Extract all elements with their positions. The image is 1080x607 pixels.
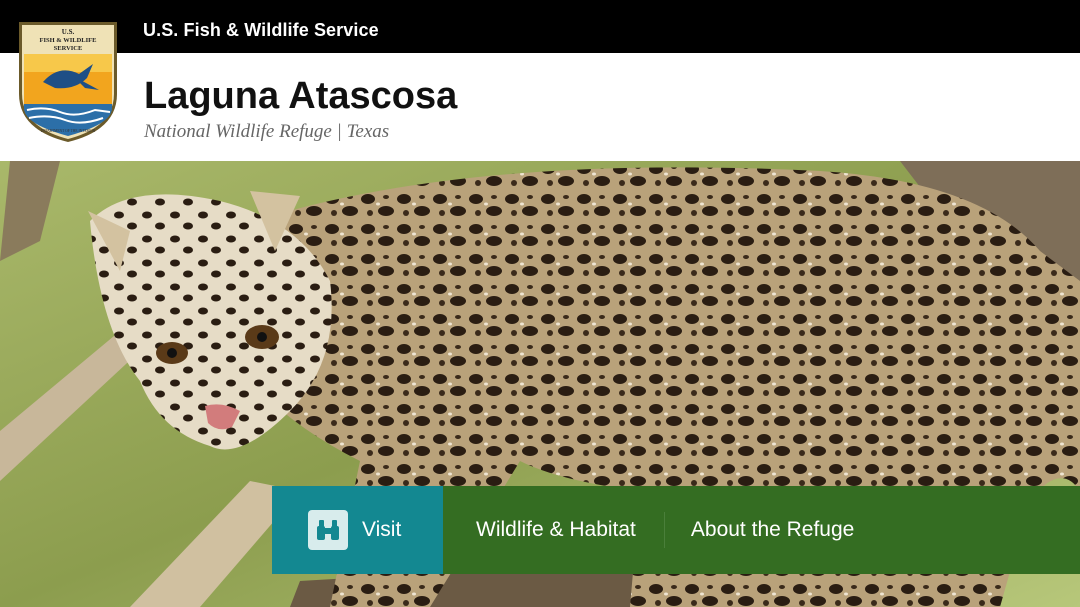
logo-text-service: SERVICE: [54, 45, 83, 52]
agency-bar: U.S. Fish & Wildlife Service: [0, 0, 1080, 53]
logo-text-fw: FISH & WILDLIFE: [40, 37, 97, 44]
main-nav: Visit Wildlife & Habitat About the Refug…: [272, 486, 1080, 574]
site-subtitle: National Wildlife Refuge | Texas: [144, 121, 390, 142]
agency-name[interactable]: U.S. Fish & Wildlife Service: [143, 20, 379, 41]
logo-text-doi: DEPARTMENT OF THE INTERIOR: [41, 129, 96, 133]
binoculars-icon: [308, 510, 348, 550]
fws-logo[interactable]: U.S. FISH & WILDLIFE SERVICE DEPARTMENT …: [15, 18, 121, 144]
page: U.S. Fish & Wildlife Service Laguna Atas…: [0, 0, 1080, 607]
nav-about-refuge[interactable]: About the Refuge: [665, 486, 854, 574]
nav-green-area: Wildlife & Habitat About the Refuge: [443, 486, 1080, 574]
nav-visit-label: Visit: [362, 518, 402, 541]
logo-text-us: U.S.: [62, 28, 75, 36]
nav-wildlife-habitat[interactable]: Wildlife & Habitat: [443, 486, 664, 574]
nav-visit[interactable]: Visit: [272, 486, 443, 574]
site-header: Laguna Atascosa National Wildlife Refuge…: [0, 53, 1080, 161]
fws-shield-icon: U.S. FISH & WILDLIFE SERVICE DEPARTMENT …: [19, 22, 117, 142]
site-title[interactable]: Laguna Atascosa: [144, 75, 457, 118]
